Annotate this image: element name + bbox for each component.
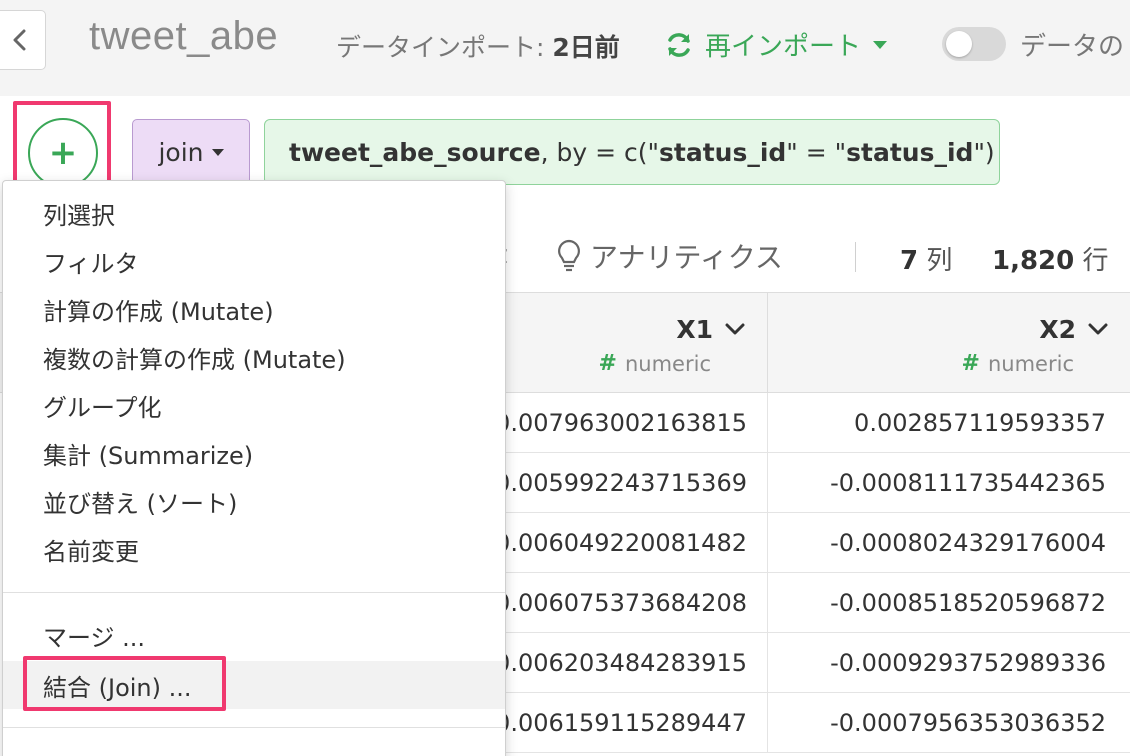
import-label: データインポート: [336,33,553,62]
step-command-label: join [158,137,204,167]
cell-x2: -0.0007956353036352 [830,709,1106,737]
column-type-x2: # numeric [962,351,1074,376]
column-count-unit: 列 [918,246,953,276]
import-info: データインポート: 2日前 [336,28,620,64]
menu-item-group-by[interactable]: グループ化 [3,381,505,429]
menu-divider [3,727,505,728]
refresh-icon [668,32,690,57]
chevron-left-icon [13,29,26,51]
column-header-x2[interactable]: X2 # numeric [768,293,1130,393]
column-type-x1: # numeric [599,351,711,376]
table-row: 0.006203484283915 -0.0009293752989336 [480,633,1130,693]
table-row: 0.007963002163815 0.002857119593357 [480,393,1130,453]
column-count: 7 列 [900,240,952,277]
cell-x2: -0.0008111735442365 [830,469,1106,497]
menu-item-select-columns[interactable]: 列選択 [3,189,505,237]
header-bar: tweet_abe データインポート: 2日前 再インポート データの [0,0,1130,96]
numeric-type-icon: # [598,351,617,376]
row-count-value: 1,820 [992,246,1075,276]
chevron-down-icon[interactable] [1088,323,1108,337]
cell-x2: -0.0008024329176004 [830,529,1106,557]
menu-divider [3,592,505,593]
menu-item-mutate-multiple[interactable]: 複数の計算の作成 (Mutate) [3,333,505,381]
menu-item-summarize[interactable]: 集計 (Summarize) [3,429,505,477]
column-name-x2: X2 [1039,315,1108,344]
cell-x1: 0.006203484283915 [480,633,768,693]
reimport-button[interactable]: 再インポート [665,26,888,63]
cell-x1: 0.007963002163815 [480,393,768,453]
column-name-text: X1 [676,315,713,344]
step-command-button[interactable]: join [132,119,250,185]
cell-x2: 0.002857119593357 [854,409,1106,437]
data-toggle[interactable] [942,27,1006,61]
cell-x2: -0.0008518520596872 [830,589,1106,617]
table-row: 0.006159115289447 -0.0007956353036352 [480,693,1130,753]
table-row: 0.006075373684208 -0.0008518520596872 [480,573,1130,633]
args-end: ") [973,137,995,167]
data-toggle-label: データの [1020,32,1125,62]
lightbulb-icon [558,239,580,272]
import-time: 2日前 [552,33,620,62]
column-name-x1: X1 [676,315,745,344]
cell-x1: 0.005992243715369 [480,453,768,513]
analytics-label: アナリティクス [590,241,783,274]
menu-item-sort[interactable]: 並び替え (ソート) [3,477,505,525]
caret-down-icon [211,148,224,156]
caret-down-icon [873,40,888,49]
column-type-text: numeric [624,351,711,376]
menu-item-rename[interactable]: 名前変更 [3,525,505,573]
add-step-menu: 列選択 フィルタ 計算の作成 (Mutate) 複数の計算の作成 (Mutate… [2,180,506,756]
join-source: tweet_abe_source [289,137,541,167]
divider [855,242,856,272]
menu-item-mutate[interactable]: 計算の作成 (Mutate) [3,285,505,333]
join-highlight-box [23,656,226,711]
args-eq: " = " [786,137,847,167]
cell-x2: -0.0009293752989336 [830,649,1106,677]
data-frame-title: tweet_abe [89,14,279,58]
row-count-unit: 行 [1074,246,1109,276]
column-name-text: X2 [1039,315,1076,344]
join-key-right: status_id [846,137,974,167]
app-window: tweet_abe データインポート: 2日前 再インポート データの + jo… [0,0,1130,756]
column-type-text: numeric [987,351,1074,376]
row-count: 1,820 行 [992,240,1109,277]
column-header-x1[interactable]: X1 # numeric [480,293,768,393]
back-button[interactable] [0,10,46,70]
table-row: 0.005992243715369 -0.0008111735442365 [480,453,1130,513]
chevron-down-icon[interactable] [725,323,745,337]
menu-item-filter[interactable]: フィルタ [3,237,505,285]
cell-x1: 0.006159115289447 [480,693,768,753]
args-by: , by = c(" [540,137,659,167]
analytics-tab[interactable]: アナリティクス [556,236,783,276]
join-key-left: status_id [659,137,787,167]
toggle-knob [946,31,972,57]
menu-item-merge[interactable]: マージ ... [3,611,505,659]
reimport-label: 再インポート [705,32,862,62]
column-count-value: 7 [900,246,919,276]
table-row: 0.006049220081482 -0.0008024329176004 [480,513,1130,573]
step-arguments[interactable]: tweet_abe_source, by = c(" status_id " = "… [264,119,1000,185]
cell-x1: 0.006049220081482 [480,513,768,573]
numeric-type-icon: # [961,351,980,376]
cell-x1: 0.006075373684208 [480,573,768,633]
